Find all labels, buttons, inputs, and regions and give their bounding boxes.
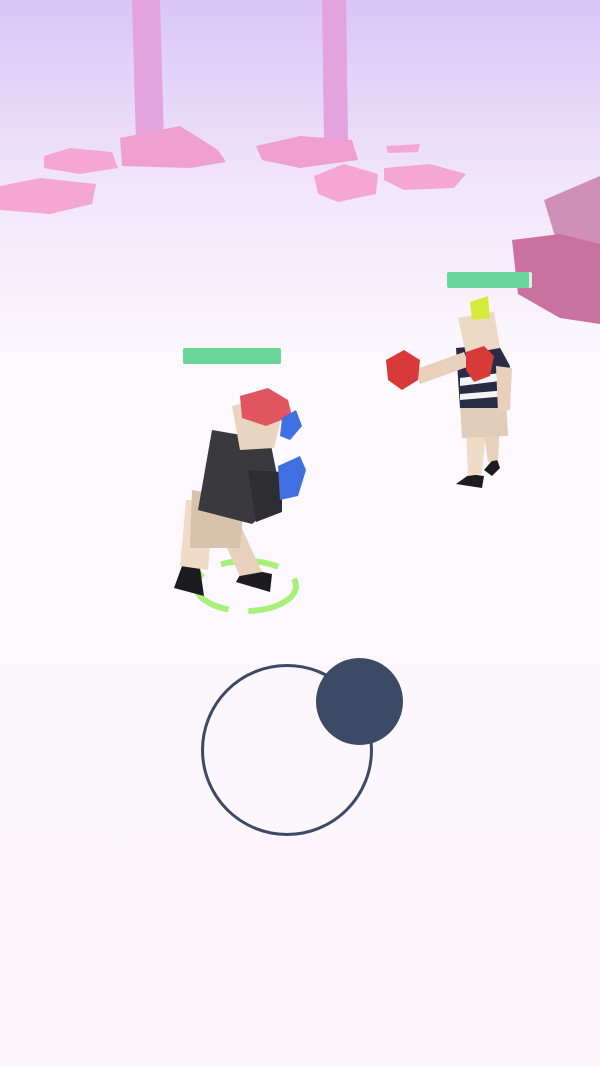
enemy-arm [496,366,512,412]
joystick-knob[interactable] [316,658,403,745]
pillar-left [132,0,164,142]
player-health-fill [183,348,281,364]
enemy-health-bar [447,272,532,288]
pillar-right [322,0,348,142]
player-health-bar [183,348,281,364]
enemy-health-fill [447,272,530,288]
game-scene [0,0,600,1066]
